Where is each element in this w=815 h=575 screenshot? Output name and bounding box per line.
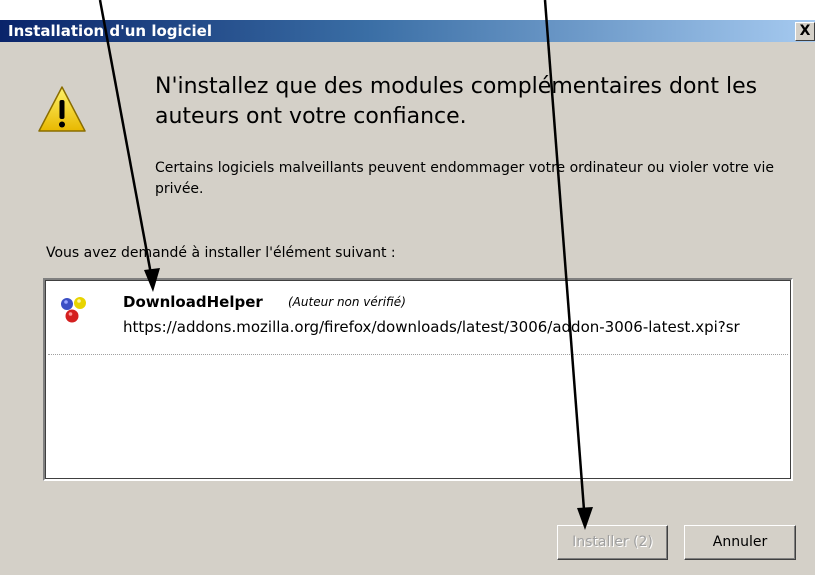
addon-author: (Auteur non vérifié) (288, 295, 406, 309)
close-button[interactable]: X (795, 22, 815, 41)
addon-url: https://addons.mozilla.org/firefox/downl… (123, 318, 740, 336)
close-icon: X (799, 23, 811, 39)
list-item[interactable]: DownloadHelper (Auteur non vérifié) http… (48, 283, 788, 355)
warning-headline: N'installez que des modules complémentai… (155, 74, 758, 129)
cancel-button[interactable]: Annuler (684, 525, 796, 560)
request-label: Vous avez demandé à installer l'élément … (46, 245, 396, 261)
window-titlebar[interactable]: Installation d'un logiciel (0, 20, 815, 42)
warning-triangle-icon (38, 86, 86, 132)
addon-name: DownloadHelper (123, 293, 263, 311)
warning-body: Certains logiciels malveillants peuvent … (155, 160, 775, 197)
molecule-icon (61, 297, 86, 323)
window-title: Installation d'un logiciel (8, 22, 212, 40)
install-button[interactable]: Installer (2) (557, 525, 668, 560)
addon-list[interactable]: DownloadHelper (Auteur non vérifié) http… (43, 278, 793, 481)
screen-top-strip (0, 0, 815, 20)
